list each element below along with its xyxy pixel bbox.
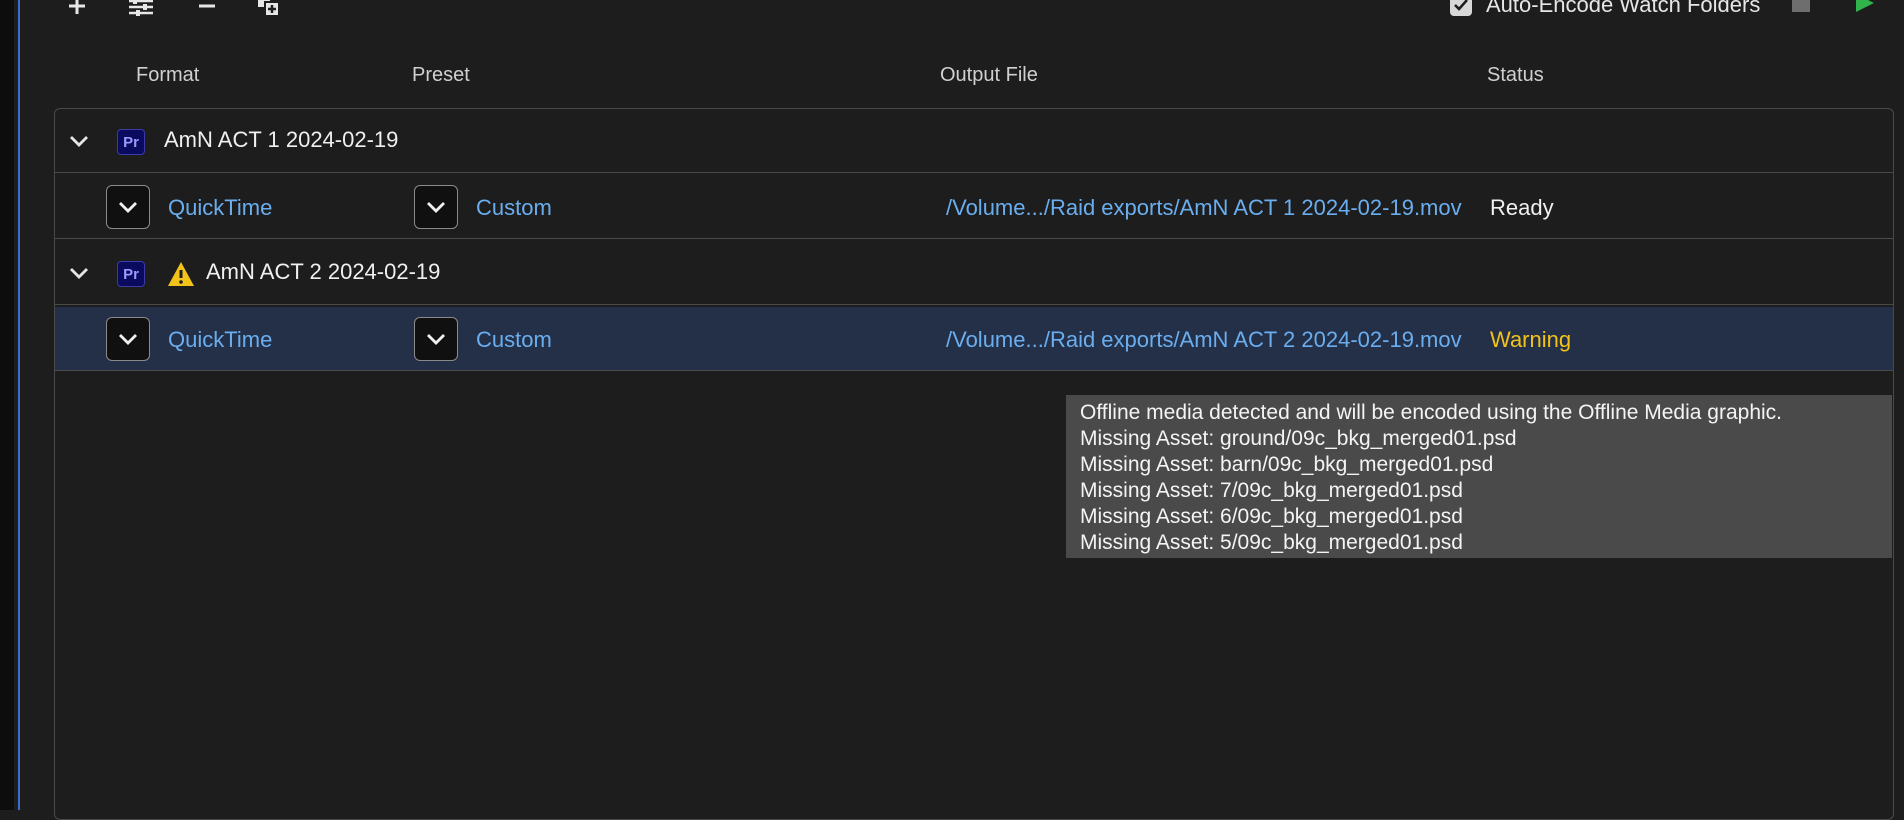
output-file-link[interactable]: /Volume.../Raid exports/AmN ACT 2 2024-0… (946, 327, 1512, 353)
chevron-down-icon (119, 202, 137, 213)
queue-item-row[interactable]: QuickTime Custom /Volume.../Raid exports… (55, 307, 1893, 371)
tooltip-line: Missing Asset: ground/09c_bkg_merged01.p… (1080, 427, 1517, 450)
column-header-output[interactable]: Output File (940, 64, 1038, 87)
queue-toolbar: Auto-Encode Watch Folders (0, 0, 1904, 22)
chevron-down-icon[interactable] (67, 261, 91, 285)
format-dropdown[interactable] (106, 185, 150, 229)
panel-focus-line (18, 0, 20, 810)
preset-settings-button[interactable] (124, 0, 158, 20)
auto-encode-toggle[interactable]: Auto-Encode Watch Folders (1450, 0, 1760, 20)
premiere-pro-icon: Pr (117, 129, 145, 155)
preset-link[interactable]: Custom (476, 195, 552, 221)
duplicate-icon (258, 0, 280, 17)
format-dropdown[interactable] (106, 317, 150, 361)
column-header-format[interactable]: Format (136, 64, 199, 87)
checkmark-icon (1454, 0, 1468, 11)
duplicate-button[interactable] (252, 0, 286, 20)
play-icon[interactable] (1856, 0, 1874, 12)
tooltip-line: Offline media detected and will be encod… (1080, 401, 1783, 424)
remove-button[interactable] (190, 0, 224, 20)
queue-group-name: AmN ACT 2 2024-02-19 (206, 259, 441, 284)
tooltip-line: Missing Asset: 6/09c_bkg_merged01.psd (1080, 505, 1463, 528)
format-link[interactable]: QuickTime (168, 327, 272, 353)
auto-encode-label: Auto-Encode Watch Folders (1486, 0, 1761, 17)
output-file-link[interactable]: /Volume.../Raid exports/AmN ACT 1 2024-0… (946, 195, 1512, 221)
tooltip-line: Missing Asset: barn/09c_bkg_merged01.psd (1080, 453, 1494, 476)
preset-link[interactable]: Custom (476, 327, 552, 353)
chevron-down-icon (427, 334, 445, 345)
tooltip-line: Missing Asset: 5/09c_bkg_merged01.psd (1080, 531, 1463, 554)
column-header-status[interactable]: Status (1487, 64, 1544, 87)
minus-icon (199, 4, 215, 8)
chevron-down-icon (119, 334, 137, 345)
queue-group-row[interactable]: Pr AmN ACT 2 2024-02-19 (55, 241, 1893, 305)
queue-group-row[interactable]: Pr AmN ACT 1 2024-02-19 (55, 109, 1893, 173)
stop-icon[interactable] (1792, 0, 1810, 12)
chevron-down-icon (427, 202, 445, 213)
column-header-preset[interactable]: Preset (412, 64, 470, 87)
preset-dropdown[interactable] (414, 317, 458, 361)
warning-tooltip: Offline media detected and will be encod… (1066, 395, 1892, 558)
add-source-button[interactable] (60, 0, 94, 20)
premiere-pro-icon: Pr (117, 261, 145, 287)
format-link[interactable]: QuickTime (168, 195, 272, 221)
queue-item-row[interactable]: QuickTime Custom /Volume.../Raid exports… (55, 175, 1893, 239)
queue-group-name: AmN ACT 1 2024-02-19 (164, 127, 399, 152)
tooltip-line: Missing Asset: 7/09c_bkg_merged01.psd (1080, 479, 1463, 502)
window-edge (0, 0, 14, 810)
auto-encode-checkbox[interactable] (1450, 0, 1472, 16)
status-text: Ready (1490, 195, 1554, 220)
plus-icon (69, 0, 85, 14)
status-text: Warning (1490, 327, 1572, 352)
warning-icon (167, 261, 195, 287)
preset-dropdown[interactable] (414, 185, 458, 229)
chevron-down-icon[interactable] (67, 129, 91, 153)
settings-sliders-icon (129, 0, 153, 16)
